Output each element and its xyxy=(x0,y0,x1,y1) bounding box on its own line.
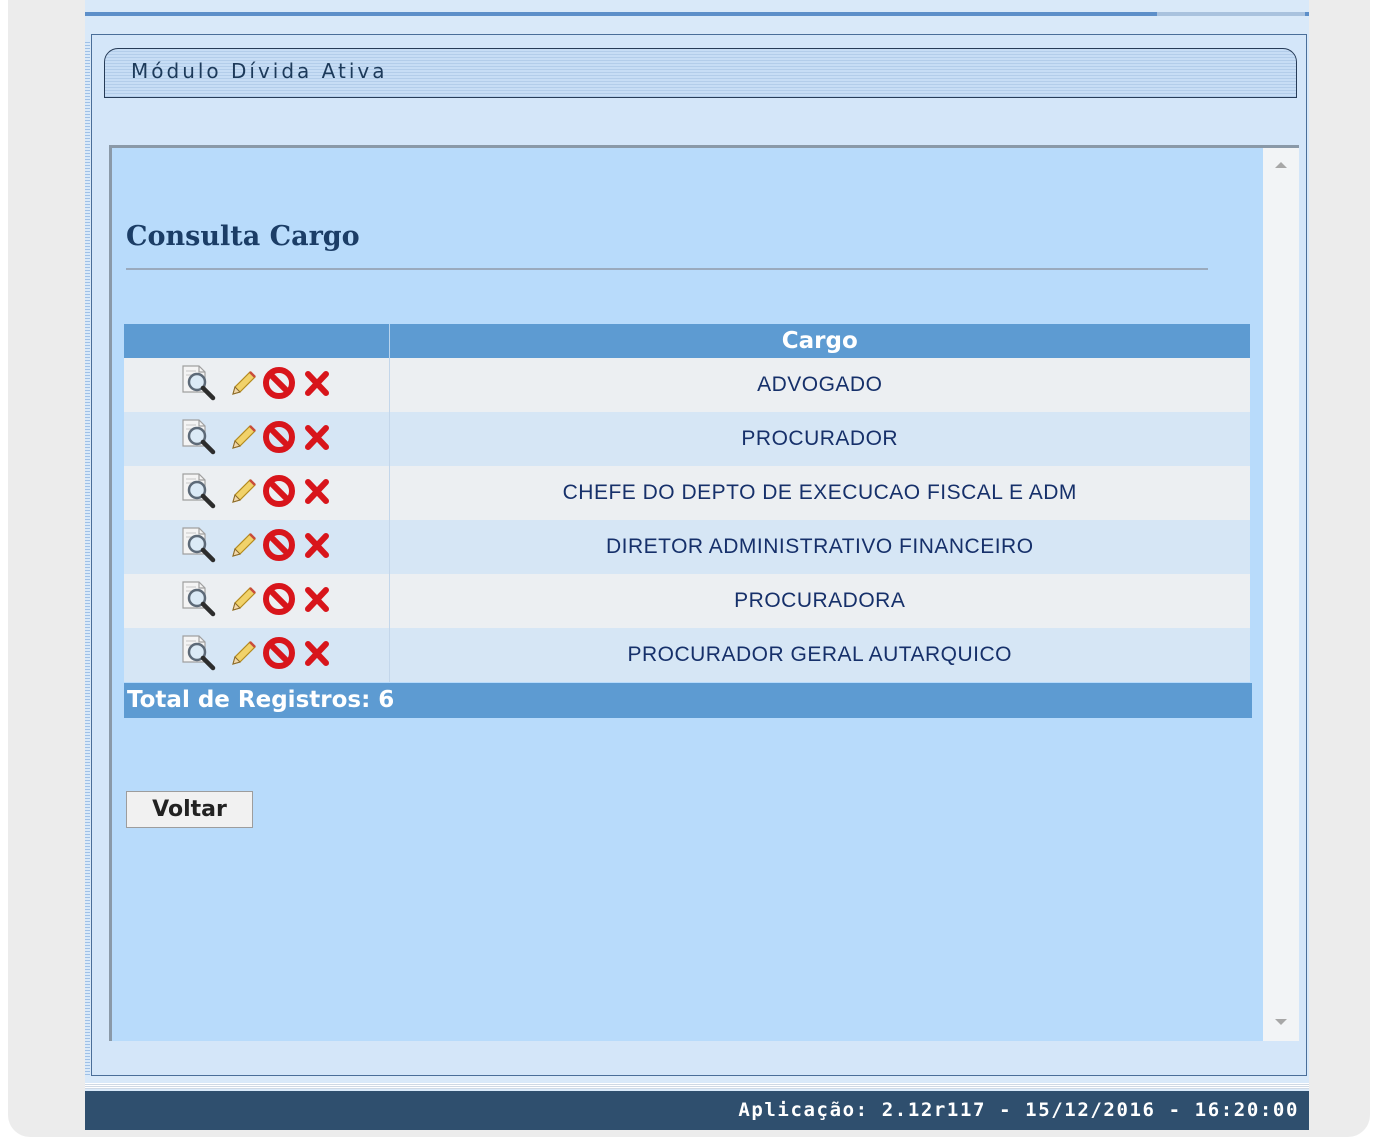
row-actions-cell xyxy=(124,520,390,574)
row-actions-cell xyxy=(124,466,390,520)
cargo-cell: PROCURADOR xyxy=(389,412,1250,466)
table-row: DIRETOR ADMINISTRATIVO FINANCEIRO xyxy=(124,520,1250,574)
disable-icon[interactable] xyxy=(261,364,297,406)
edit-pencil-icon[interactable] xyxy=(227,364,257,406)
view-icon[interactable] xyxy=(179,632,223,678)
scroll-down-arrow-icon[interactable] xyxy=(1275,1019,1287,1025)
edit-pencil-icon[interactable] xyxy=(227,580,257,622)
delete-icon[interactable] xyxy=(301,364,333,406)
table-row: PROCURADOR GERAL AUTARQUICO xyxy=(124,628,1250,682)
view-icon[interactable] xyxy=(179,470,223,516)
table-row: PROCURADOR xyxy=(124,412,1250,466)
delete-icon[interactable] xyxy=(301,526,333,568)
view-icon[interactable] xyxy=(179,362,223,408)
table-row: CHEFE DO DEPTO DE EXECUCAO FISCAL E ADM xyxy=(124,466,1250,520)
disable-icon[interactable] xyxy=(261,634,297,676)
top-bar-tab xyxy=(1157,12,1305,16)
delete-icon[interactable] xyxy=(301,472,333,514)
title-divider xyxy=(126,268,1208,270)
row-actions-cell xyxy=(124,412,390,466)
module-header: Módulo Dívida Ativa xyxy=(104,48,1297,98)
vertical-scrollbar[interactable] xyxy=(1263,148,1299,1041)
row-actions-cell xyxy=(124,574,390,628)
edit-pencil-icon[interactable] xyxy=(227,634,257,676)
browser-frame: Módulo Dívida Ativa Consulta Cargo Cargo xyxy=(8,0,1370,1137)
voltar-button[interactable]: Voltar xyxy=(126,791,253,828)
disable-icon[interactable] xyxy=(261,580,297,622)
cargo-cell: ADVOGADO xyxy=(389,358,1250,412)
edit-pencil-icon[interactable] xyxy=(227,418,257,460)
cargo-cell: DIRETOR ADMINISTRATIVO FINANCEIRO xyxy=(389,520,1250,574)
edit-pencil-icon[interactable] xyxy=(227,472,257,514)
edit-pencil-icon[interactable] xyxy=(227,526,257,568)
disable-icon[interactable] xyxy=(261,472,297,514)
view-icon[interactable] xyxy=(179,578,223,624)
actions-column-header xyxy=(124,324,390,358)
table-header-row: Cargo xyxy=(124,324,1250,358)
cargo-table: Cargo ADVOGADO PROCURADOR CHEFE DO DEPTO… xyxy=(124,324,1250,682)
footer-bar: Aplicação: 2.12r117 - 15/12/2016 - 16:20… xyxy=(85,1091,1309,1130)
delete-icon[interactable] xyxy=(301,634,333,676)
scroll-up-arrow-icon[interactable] xyxy=(1275,162,1287,168)
cargo-cell: PROCURADORA xyxy=(389,574,1250,628)
row-actions-cell xyxy=(124,358,390,412)
total-records: Total de Registros: 6 xyxy=(124,683,1252,718)
module-container: Módulo Dívida Ativa Consulta Cargo Cargo xyxy=(91,34,1307,1076)
row-actions-cell xyxy=(124,628,390,682)
footer-divider xyxy=(85,1083,1309,1089)
left-edge-decoration xyxy=(85,40,90,1076)
table-body: ADVOGADO PROCURADOR CHEFE DO DEPTO DE EX… xyxy=(124,358,1250,682)
delete-icon[interactable] xyxy=(301,418,333,460)
disable-icon[interactable] xyxy=(261,418,297,460)
view-icon[interactable] xyxy=(179,416,223,462)
disable-icon[interactable] xyxy=(261,526,297,568)
table-row: PROCURADORA xyxy=(124,574,1250,628)
cargo-column-header: Cargo xyxy=(389,324,1250,358)
module-title: Módulo Dívida Ativa xyxy=(131,59,388,83)
view-icon[interactable] xyxy=(179,524,223,570)
top-bar xyxy=(85,12,1309,16)
app-version-text: Aplicação: 2.12r117 - 15/12/2016 - 16:20… xyxy=(738,1099,1299,1121)
app-window: Módulo Dívida Ativa Consulta Cargo Cargo xyxy=(85,0,1309,1130)
cargo-cell: CHEFE DO DEPTO DE EXECUCAO FISCAL E ADM xyxy=(389,466,1250,520)
content-panel[interactable]: Consulta Cargo Cargo ADVOGADO PROCURADOR… xyxy=(109,145,1299,1041)
page-title: Consulta Cargo xyxy=(126,221,360,252)
delete-icon[interactable] xyxy=(301,580,333,622)
table-row: ADVOGADO xyxy=(124,358,1250,412)
cargo-cell: PROCURADOR GERAL AUTARQUICO xyxy=(389,628,1250,682)
